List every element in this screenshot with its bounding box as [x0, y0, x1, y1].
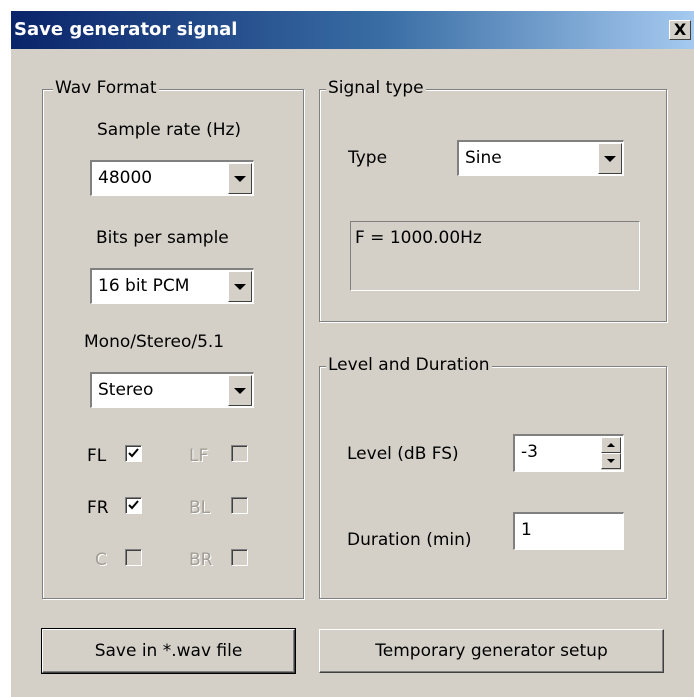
- level-decrement-button[interactable]: [601, 453, 621, 469]
- channel-br-checkbox[interactable]: [231, 549, 248, 566]
- sample-rate-select[interactable]: 48000: [90, 160, 254, 196]
- signal-type-dropdown-button[interactable]: [598, 143, 622, 174]
- duration-input[interactable]: 1: [513, 512, 624, 550]
- sample-rate-dropdown-button[interactable]: [228, 163, 252, 194]
- signal-type-label: Type: [348, 148, 388, 168]
- channels-mode-label: Mono/Stereo/5.1: [84, 332, 225, 352]
- checkmark-icon: [128, 500, 139, 510]
- chevron-down-icon: [234, 175, 246, 182]
- level-spinner[interactable]: [601, 437, 621, 470]
- level-value: -3: [521, 442, 538, 462]
- bits-per-sample-dropdown-button[interactable]: [228, 271, 252, 302]
- temporary-generator-setup-button[interactable]: Temporary generator setup: [319, 629, 664, 673]
- channels-mode-select[interactable]: Stereo: [90, 372, 254, 408]
- save-wav-button-label: Save in *.wav file: [94, 641, 243, 661]
- level-duration-group: Level and Duration Level (dB FS) -3 Dura…: [319, 355, 667, 599]
- close-button[interactable]: X: [669, 20, 691, 40]
- wav-format-legend: Wav Format: [53, 78, 159, 98]
- close-icon: X: [673, 20, 687, 39]
- duration-value: 1: [521, 520, 532, 540]
- signal-type-select[interactable]: Sine: [457, 140, 624, 176]
- signal-type-group: Signal type Type Sine F = 1000.00Hz: [319, 78, 667, 322]
- window-title: Save generator signal: [14, 19, 238, 40]
- channel-bl-checkbox[interactable]: [231, 497, 248, 514]
- save-wav-button[interactable]: Save in *.wav file: [41, 628, 296, 674]
- channel-fl-label: FL: [87, 446, 107, 466]
- level-input[interactable]: -3: [513, 434, 624, 472]
- channels-mode-dropdown-button[interactable]: [228, 375, 252, 406]
- bits-per-sample-label: Bits per sample: [96, 228, 229, 248]
- bits-per-sample-value: 16 bit PCM: [98, 276, 190, 296]
- duration-label: Duration (min): [347, 530, 472, 550]
- level-increment-button[interactable]: [601, 437, 621, 453]
- sample-rate-label: Sample rate (Hz): [97, 120, 242, 140]
- bits-per-sample-select[interactable]: 16 bit PCM: [90, 268, 254, 304]
- temporary-setup-button-label: Temporary generator setup: [375, 641, 608, 661]
- chevron-down-icon: [234, 283, 246, 290]
- chevron-down-icon: [234, 387, 246, 394]
- signal-type-legend: Signal type: [326, 78, 426, 98]
- channel-fr-checkbox[interactable]: [125, 497, 142, 514]
- channels-mode-value: Stereo: [98, 380, 154, 400]
- channel-lf-label: LF: [189, 446, 209, 466]
- channel-bl-label: BL: [189, 498, 211, 518]
- channel-c-checkbox[interactable]: [125, 549, 142, 566]
- chevron-down-icon: [604, 155, 616, 162]
- save-generator-dialog: Save generator signal X Wav Format Sampl…: [10, 10, 694, 697]
- signal-type-value: Sine: [465, 148, 502, 168]
- arrow-up-icon: [607, 443, 615, 447]
- title-bar[interactable]: Save generator signal X: [11, 11, 694, 49]
- checkmark-icon: [128, 448, 139, 458]
- channel-br-label: BR: [189, 550, 213, 570]
- level-duration-legend: Level and Duration: [326, 355, 492, 375]
- level-label: Level (dB FS): [347, 444, 459, 464]
- signal-info-box: F = 1000.00Hz: [350, 221, 640, 291]
- channel-lf-checkbox[interactable]: [231, 445, 248, 462]
- arrow-down-icon: [607, 459, 615, 463]
- sample-rate-value: 48000: [98, 168, 153, 188]
- channel-c-label: C: [95, 550, 107, 570]
- wav-format-group: Wav Format Sample rate (Hz) 48000 Bits p…: [42, 78, 304, 599]
- channel-fl-checkbox[interactable]: [125, 445, 142, 462]
- channel-fr-label: FR: [87, 498, 109, 518]
- signal-frequency-text: F = 1000.00Hz: [355, 228, 482, 248]
